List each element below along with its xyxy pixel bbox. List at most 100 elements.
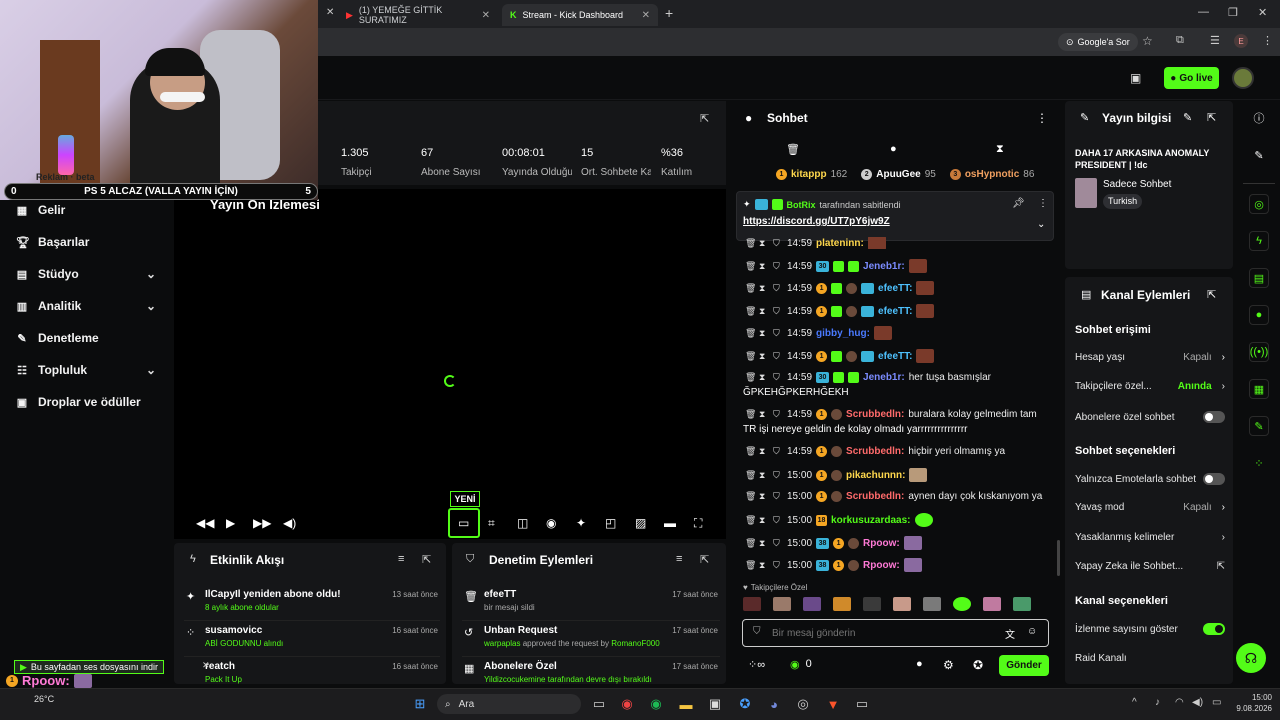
emote[interactable] — [923, 597, 941, 611]
terminal-icon[interactable]: ▭ — [852, 694, 872, 714]
channel-points[interactable]: ◉ 0 — [790, 658, 812, 671]
steam-icon[interactable]: ◎ — [793, 694, 813, 714]
popout-icon[interactable]: ⇱ — [1207, 288, 1216, 301]
emoji-icon[interactable]: ☺ — [1027, 626, 1037, 637]
volume-icon[interactable]: ◀) — [283, 516, 296, 530]
layout-icon[interactable]: ◫ — [517, 516, 528, 530]
app-icon[interactable]: ▣ — [705, 694, 725, 714]
scene-icon[interactable]: ▨ — [635, 516, 646, 530]
extensions-icon[interactable]: ⧉ — [1176, 34, 1184, 47]
banned-words-setting[interactable]: Yasaklanmış kelimeler › — [1075, 532, 1225, 543]
edit-icon[interactable]: ✎ — [1183, 111, 1192, 124]
rewind-icon[interactable]: ◀◀ — [196, 516, 214, 530]
close-window-icon[interactable]: ✕ — [1258, 6, 1267, 19]
effects-icon[interactable]: ✦ — [576, 516, 586, 530]
translate-icon[interactable]: 文 — [1005, 626, 1015, 641]
pinned-menu-icon[interactable]: ⋮ — [1038, 198, 1048, 209]
ai-chat-setting[interactable]: Yapay Zeka ile Sohbet... ⇱ — [1075, 561, 1225, 572]
filter-icon[interactable]: ≡ — [676, 553, 682, 565]
profile-avatar[interactable]: E — [1234, 34, 1248, 48]
connections-icon[interactable]: ⁘∞ — [748, 658, 765, 671]
layout-icon[interactable]: ▦ — [1249, 379, 1269, 399]
sidebar-item-drops[interactable]: ▣ Droplar ve ödüller — [16, 392, 176, 412]
sidebar-item-moderation[interactable]: ✎ Denetleme — [16, 328, 156, 348]
taskbar-clock[interactable]: 15:00 9.08.2026 — [1232, 692, 1272, 714]
sidebar-item-community[interactable]: ☷ Topluluk ⌄ — [16, 360, 156, 380]
chat-bubble-icon[interactable]: ● — [890, 143, 897, 155]
microphone-icon[interactable]: ♪ — [1155, 697, 1160, 708]
subs-only-toggle[interactable] — [1203, 411, 1225, 423]
subs-only-setting[interactable]: Abonelere özel sohbet — [1075, 411, 1225, 423]
browser-menu-icon[interactable]: ⋮ — [1262, 34, 1273, 47]
chat-input[interactable] — [772, 624, 992, 642]
emote-picker-icon[interactable]: ✪ — [973, 658, 983, 672]
start-icon[interactable]: ⊞ — [410, 694, 430, 714]
download-audio-tooltip[interactable]: ▶ Bu sayfadan ses dosyasını indir — [14, 660, 164, 674]
emote[interactable] — [1013, 597, 1031, 611]
emote[interactable] — [803, 597, 821, 611]
task-view-icon[interactable]: ▭ — [589, 694, 609, 714]
chrome-icon[interactable]: ◉ — [617, 694, 637, 714]
browser-tab-youtube[interactable]: ▶ (1) YEMEĞE GİTTİK SURATIMIZ ✕ — [338, 4, 498, 26]
spotify-icon[interactable]: ◉ — [646, 694, 666, 714]
taskbar-search[interactable]: ⌕ Ara — [437, 694, 581, 714]
clip-icon[interactable]: ◉ — [546, 516, 556, 530]
view-count-toggle[interactable] — [1203, 623, 1225, 635]
chat-bubble-icon[interactable]: ● — [1249, 305, 1269, 325]
followers-only-setting[interactable]: Takipçilere özel... Anında › — [1075, 381, 1225, 392]
emote-only-setting[interactable]: Yalnızca Emotelarla sohbet — [1075, 473, 1225, 485]
weather-widget[interactable]: 26°C — [34, 694, 54, 704]
broadcast-icon[interactable]: ((•)) — [1249, 342, 1269, 362]
tab-search-icon[interactable]: ☰ — [1210, 34, 1220, 47]
play-icon[interactable]: ▶ — [226, 516, 235, 530]
popout-icon[interactable]: ⇱ — [422, 553, 431, 566]
new-tab-icon[interactable]: + — [665, 5, 673, 21]
pinned-link[interactable]: https://discord.gg/UT7pY6jw9Z — [743, 216, 890, 227]
theater-icon[interactable]: ▬ — [664, 516, 676, 530]
fast-forward-icon[interactable]: ▶▶ — [253, 516, 271, 530]
info-icon[interactable]: ⓘ — [1249, 108, 1269, 128]
send-button[interactable]: Gönder — [999, 655, 1049, 676]
wifi-icon[interactable]: ◠ — [1175, 697, 1184, 708]
emote[interactable] — [773, 597, 791, 611]
brave-icon[interactable]: ▼ — [823, 694, 843, 714]
wrench-icon[interactable]: ✎ — [1249, 416, 1269, 436]
emote[interactable] — [893, 597, 911, 611]
popout-icon[interactable]: ⇱ — [700, 553, 709, 566]
chevron-down-icon[interactable]: ⌄ — [1037, 219, 1045, 230]
stream-manager-icon[interactable]: ▣ — [1130, 71, 1141, 85]
edit-icon[interactable]: ✎ — [1249, 145, 1269, 165]
gear-icon[interactable]: ⚙ — [943, 658, 954, 672]
close-tab-icon[interactable]: ✕ — [482, 10, 490, 21]
chat-scrollbar[interactable] — [1057, 540, 1060, 576]
view-count-setting[interactable]: İzlenme sayısını göster — [1075, 623, 1225, 635]
sidebar-item-achievements[interactable]: 🏆︎ Başarılar — [16, 232, 156, 252]
app-icon[interactable]: ✪ — [735, 694, 755, 714]
popout-icon[interactable]: ⇱ — [1207, 111, 1216, 124]
emote[interactable] — [743, 597, 761, 611]
sidebar-item-studio[interactable]: ▤ Stüdyo ⌄ — [16, 264, 156, 284]
sidebar-item-analytics[interactable]: ▥ Analitik ⌄ — [16, 296, 156, 316]
emote[interactable] — [863, 597, 881, 611]
close-tab-icon[interactable]: ✕ — [642, 10, 650, 21]
close-icon[interactable]: ✕ — [202, 660, 210, 671]
popout-icon[interactable]: ⇱ — [700, 112, 709, 125]
crop-icon[interactable]: ⌗ — [488, 516, 495, 531]
user-avatar[interactable] — [1232, 67, 1254, 89]
raid-setting[interactable]: Raid Kanalı — [1075, 653, 1225, 664]
sidebar-item-revenue[interactable]: ▦ Gelir — [16, 200, 156, 220]
minimize-icon[interactable]: — — [1198, 6, 1209, 18]
community-icon[interactable]: ⁘ — [1249, 453, 1269, 473]
trash-icon[interactable]: 🗑︎ — [786, 143, 800, 156]
fullscreen-icon[interactable]: ⛶ — [694, 516, 702, 531]
chat-menu-icon[interactable]: ⋮ — [1036, 111, 1048, 125]
close-tab-icon[interactable]: ✕ — [326, 7, 334, 18]
filter-icon[interactable]: ≡ — [398, 553, 404, 565]
account-age-setting[interactable]: Hesap yaşı Kapalı › — [1075, 352, 1225, 363]
pip-icon[interactable]: ◰ — [605, 516, 616, 530]
ask-google-button[interactable]: ⊙ Google'a Sor — [1058, 33, 1138, 51]
document-icon[interactable]: ▤ — [1249, 268, 1269, 288]
battery-icon[interactable]: ▭ — [1212, 697, 1221, 708]
discord-icon[interactable]: ◕ — [764, 694, 784, 714]
maximize-icon[interactable]: ❐ — [1228, 6, 1238, 19]
